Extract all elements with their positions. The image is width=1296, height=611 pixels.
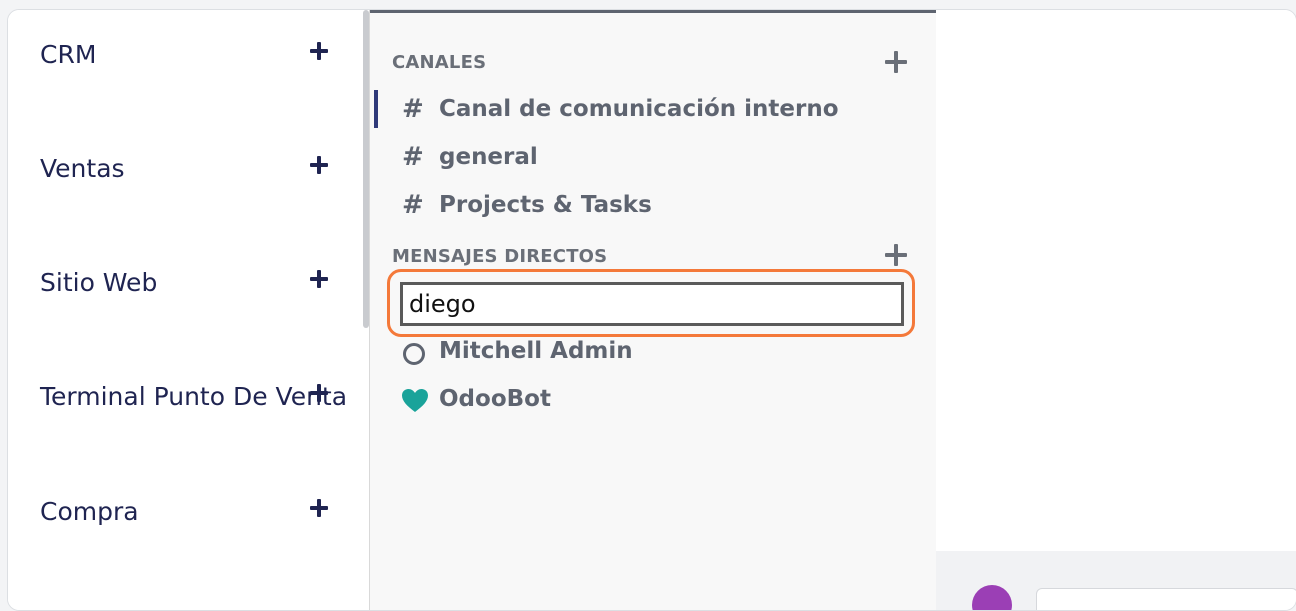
hash-icon: #	[402, 190, 424, 220]
app-item-sitio-web[interactable]: Sitio Web	[40, 256, 340, 297]
heart-icon	[402, 389, 428, 412]
add-direct-message-icon[interactable]	[884, 243, 908, 267]
add-icon[interactable]	[308, 382, 330, 404]
app-label: Terminal Punto De Venta	[40, 382, 348, 411]
hash-icon: #	[402, 94, 424, 124]
discuss-sidebar: CANALES # Canal de comunicación interno …	[369, 10, 937, 610]
add-icon[interactable]	[308, 154, 330, 176]
add-icon[interactable]	[308, 497, 330, 519]
dm-label: Mitchell Admin	[439, 338, 633, 364]
app-label: Sitio Web	[40, 268, 158, 297]
active-indicator	[374, 90, 378, 128]
app-label: CRM	[40, 40, 97, 69]
thread-area	[936, 10, 1296, 610]
channels-section-title: CANALES	[392, 52, 487, 73]
offline-circle-icon	[403, 343, 425, 365]
divider	[370, 10, 936, 13]
add-channel-icon[interactable]	[884, 50, 908, 74]
dm-item-mitchell-admin[interactable]: Mitchell Admin	[370, 334, 930, 374]
direct-messages-section-title: MENSAJES DIRECTOS	[392, 246, 608, 267]
hash-icon: #	[402, 142, 424, 172]
channel-item-canal-de-comunicacion-interno[interactable]: # Canal de comunicación interno	[370, 90, 930, 130]
highlight-outline	[387, 269, 915, 337]
channel-label: general	[439, 144, 538, 170]
channel-item-projects-tasks[interactable]: # Projects & Tasks	[370, 186, 930, 226]
app-item-crm[interactable]: CRM	[40, 28, 340, 69]
app-label: Ventas	[40, 154, 125, 183]
composer-input[interactable]	[1036, 588, 1296, 610]
channel-item-general[interactable]: # general	[370, 138, 930, 178]
app-item-ventas[interactable]: Ventas	[40, 142, 340, 183]
app-item-terminal-punto-de-venta[interactable]: Terminal Punto De Venta	[40, 370, 347, 411]
app-item-compra[interactable]: Compra	[40, 485, 340, 526]
apps-menu: CRM Ventas Sitio Web Terminal Punto De V…	[8, 10, 369, 610]
direct-message-search-input[interactable]	[400, 282, 904, 326]
add-icon[interactable]	[308, 40, 330, 62]
channel-label: Projects & Tasks	[439, 192, 652, 218]
channel-label: Canal de comunicación interno	[439, 96, 839, 122]
dm-item-odoobot[interactable]: OdooBot	[370, 382, 930, 422]
app-window: CRM Ventas Sitio Web Terminal Punto De V…	[7, 9, 1296, 611]
app-label: Compra	[40, 497, 139, 526]
add-icon[interactable]	[308, 268, 330, 290]
dm-label: OdooBot	[439, 386, 551, 412]
